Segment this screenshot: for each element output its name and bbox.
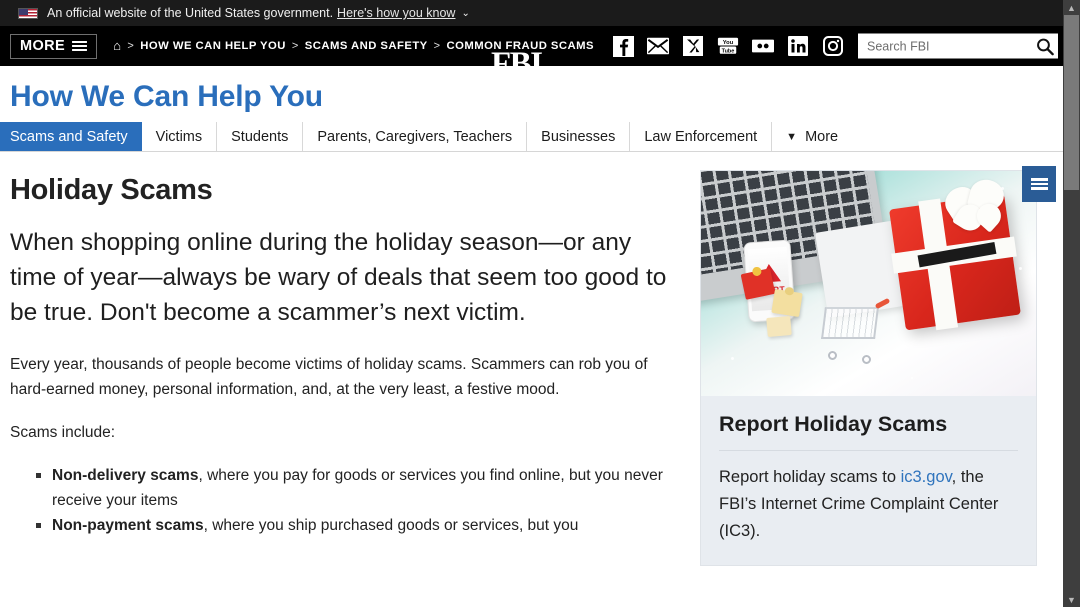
search-input[interactable] [867, 39, 1036, 53]
tab-students[interactable]: Students [217, 122, 304, 151]
tab-parents-caregivers-teachers[interactable]: Parents, Caregivers, Teachers [303, 122, 528, 151]
red-gift-box-graphic [889, 176, 1021, 331]
article-paragraph: Every year, thousands of people become v… [10, 356, 648, 398]
tab-label: Businesses [541, 128, 616, 145]
facebook-icon[interactable] [612, 35, 634, 57]
shopping-cart-graphic [819, 297, 891, 365]
vertical-scrollbar[interactable]: ▲ ▼ [1063, 0, 1080, 607]
chevron-down-icon[interactable]: ⌄ [461, 8, 469, 19]
how-you-know-link[interactable]: Here's how you know [337, 6, 455, 20]
section-tabs: Scams and Safety Victims Students Parent… [0, 122, 1080, 152]
tab-label: Students [231, 128, 289, 145]
tab-label: Law Enforcement [644, 128, 758, 145]
svg-text:You: You [723, 40, 734, 46]
list-item: Non-payment scams, where you ship purcha… [36, 513, 682, 538]
youtube-icon[interactable]: You Tube [717, 35, 739, 57]
tab-businesses[interactable]: Businesses [527, 122, 631, 151]
report-text-before: Report holiday scams to [719, 468, 901, 486]
tab-victims[interactable]: Victims [142, 122, 218, 151]
search-box[interactable] [858, 33, 1058, 59]
list-item-term: Non-delivery scams [52, 467, 199, 484]
report-card-heading: Report Holiday Scams [719, 412, 1018, 451]
breadcrumb-item-0[interactable]: HOW WE CAN HELP YOU [140, 40, 286, 52]
breadcrumb-separator: > [433, 40, 441, 52]
hamburger-icon [72, 40, 88, 52]
tab-label: More [805, 128, 839, 145]
us-flag-icon [18, 7, 38, 19]
instagram-icon[interactable] [822, 35, 844, 57]
report-card-text: Report holiday scams to ic3.gov, the FBI… [719, 451, 1018, 545]
more-menu-label: MORE [20, 38, 66, 54]
tab-more[interactable]: ▼ More [772, 122, 852, 151]
scroll-up-arrow[interactable]: ▲ [1063, 0, 1080, 15]
tab-label: Scams and Safety [10, 128, 128, 145]
article-lede: When shopping online during the holiday … [10, 229, 667, 326]
home-icon[interactable]: ⌂ [113, 39, 121, 52]
scrollbar-thumb[interactable] [1064, 15, 1079, 190]
list-item-term: Non-payment scams [52, 517, 204, 534]
tab-label: Victims [155, 128, 203, 145]
tab-scams-and-safety[interactable]: Scams and Safety [0, 122, 142, 151]
report-card-body: Report Holiday Scams Report holiday scam… [701, 396, 1036, 565]
page-menu-toggle[interactable] [1022, 166, 1056, 202]
article-column: Holiday Scams When shopping online durin… [0, 152, 700, 566]
gift-box-small-gold [771, 288, 803, 318]
top-navbar: MORE ⌂ > HOW WE CAN HELP YOU > SCAMS AND… [0, 26, 1080, 81]
scroll-down-arrow[interactable]: ▼ [1063, 592, 1080, 607]
chevron-down-icon: ▼ [786, 130, 798, 143]
svg-text:Tube: Tube [722, 48, 735, 54]
page-title: Holiday Scams [10, 174, 213, 206]
scam-types-list: Non-delivery scams, where you pay for go… [36, 463, 682, 538]
more-menu-button[interactable]: MORE [10, 33, 98, 59]
breadcrumb-separator: > [127, 40, 135, 52]
tab-label: Parents, Caregivers, Teachers [317, 128, 513, 145]
tab-law-enforcement[interactable]: Law Enforcement [630, 122, 773, 151]
gov-banner: An official website of the United States… [0, 0, 1080, 26]
list-item: Non-delivery scams, where you pay for go… [36, 463, 682, 513]
breadcrumb: ⌂ > HOW WE CAN HELP YOU > SCAMS AND SAFE… [113, 39, 594, 53]
main-content: Holiday Scams When shopping online durin… [0, 152, 1080, 566]
breadcrumb-item-1[interactable]: SCAMS AND SAFETY [305, 40, 428, 52]
gov-banner-text: An official website of the United States… [47, 6, 334, 20]
search-icon[interactable] [1036, 37, 1054, 55]
flickr-icon[interactable] [752, 35, 774, 57]
sidebar-column: ALERT [700, 152, 1056, 566]
list-item-text: , where you ship purchased goods or serv… [203, 517, 579, 534]
breadcrumb-item-2[interactable]: COMMON FRAUD SCAMS [447, 40, 594, 52]
breadcrumb-separator: > [291, 40, 299, 52]
ic3-link[interactable]: ic3.gov [901, 468, 952, 486]
email-icon[interactable] [647, 35, 669, 57]
report-card: ALERT [700, 170, 1037, 566]
browser-viewport: An official website of the United States… [0, 0, 1080, 607]
section-title: How We Can Help You [10, 80, 323, 113]
gift-box-small-cream [766, 315, 792, 338]
x-twitter-icon[interactable] [682, 35, 704, 57]
linkedin-icon[interactable] [787, 35, 809, 57]
holiday-scam-image: ALERT [701, 171, 1036, 396]
list-intro: Scams include: [10, 424, 116, 441]
social-links: You Tube [612, 26, 844, 66]
